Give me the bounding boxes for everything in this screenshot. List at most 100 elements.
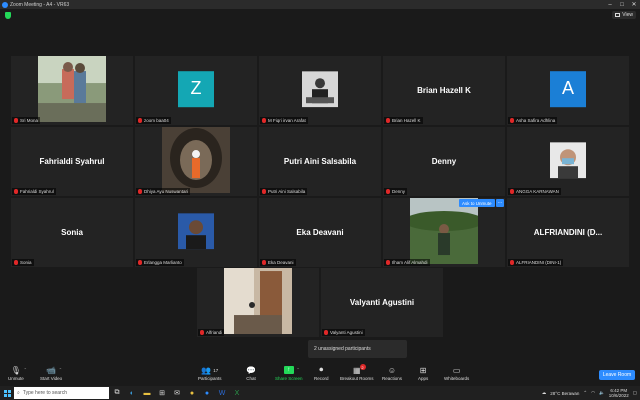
chevron-up-icon[interactable]: ⌃ <box>24 367 27 372</box>
name-tag: Erlangga Marlianto <box>136 259 184 266</box>
participant-name: Eka Deavani <box>296 227 344 237</box>
chat-button[interactable]: 💬 Chat <box>246 364 256 382</box>
participant-tile-alfriandi[interactable]: Alfriandi <box>197 268 319 337</box>
chevron-up-icon[interactable]: ⌃ <box>59 367 62 372</box>
minimize-icon[interactable]: – <box>604 0 616 9</box>
weather-icon[interactable]: ☁ <box>542 390 547 396</box>
breakout-rooms-button[interactable]: ▦ 2 Breakout Rooms <box>340 364 374 381</box>
participant-tile-sri[interactable]: Sri Mona <box>11 56 133 125</box>
task-view-icon[interactable]: ⧉ <box>112 388 122 398</box>
ask-to-unmute-button[interactable]: Ask to Unmute <box>459 199 495 207</box>
windows-taskbar: ⌕ Type here to search ⧉ ◐ ▬ ⊞ ✉ ● ● W X … <box>0 386 640 400</box>
participant-tile-valyanti[interactable]: Valyanti Agustini Valyanti Agustini <box>321 268 443 337</box>
maximize-icon[interactable]: □ <box>616 0 628 9</box>
file-explorer-icon[interactable]: ▬ <box>142 388 152 398</box>
muted-mic-icon <box>386 118 390 123</box>
muted-mic-icon <box>510 260 514 265</box>
muted-mic-icon <box>138 189 142 194</box>
apps-button[interactable]: ⊞ Apps <box>418 364 428 382</box>
muted-mic-icon <box>200 330 204 335</box>
name-tag: Denny <box>384 188 408 195</box>
participant-tile-alfriandini[interactable]: ALFRIANDINI (D... ALFRIANDINI (DINI-1) <box>507 198 629 267</box>
breakout-badge: 2 <box>359 364 366 370</box>
unassigned-participants-notice[interactable]: 2 unassigned participants <box>308 340 407 358</box>
avatar: A <box>550 70 586 107</box>
zoom-app-icon[interactable]: ● <box>202 388 212 398</box>
share-screen-button[interactable]: ↑ ⌃ Share Screen <box>275 364 303 381</box>
participant-video <box>410 198 478 264</box>
record-icon: ⏺ <box>319 365 324 374</box>
participants-button[interactable]: 👥 17 Participants <box>198 364 222 382</box>
meeting-toolbar: 🎙 ⌃ Unmute 📹 ⌃ Start Video 👥 17 Participant… <box>0 362 640 386</box>
weather-text[interactable]: 28°C Berawan <box>550 391 579 396</box>
taskbar-apps: ⧉ ◐ ▬ ⊞ ✉ ● ● W X <box>112 388 242 398</box>
participant-tile-brian[interactable]: Brian Hazell K Brian Hazell K <box>383 56 505 125</box>
participant-tile-dhiya[interactable]: Dhiya Ayu Nuswantari <box>135 127 257 196</box>
record-button[interactable]: ⏺ Record <box>314 364 329 381</box>
participant-name: Putri Aini Salsabila <box>283 156 357 166</box>
word-icon[interactable]: W <box>217 388 227 398</box>
start-button[interactable] <box>0 386 14 400</box>
name-tag: Asha Safira Adhlina <box>508 117 558 124</box>
participant-video <box>38 56 106 122</box>
windows-logo-icon <box>3 389 11 397</box>
participant-tile-zoom[interactable]: Z zoom baa04 <box>135 56 257 125</box>
name-tag: Valyanti Agustini <box>322 329 365 336</box>
start-video-button[interactable]: 📹 ⌃ Start Video <box>40 364 63 382</box>
edge-icon[interactable]: ◐ <box>127 388 137 398</box>
clock[interactable]: 6:42 PM 10/6/2022 <box>609 388 629 398</box>
wifi-icon[interactable]: ◠ <box>591 390 595 396</box>
participant-tile-fiqri[interactable]: M Fiqri irvan Arafat <box>259 56 381 125</box>
chrome-icon[interactable]: ● <box>187 388 197 398</box>
participant-tile-denny[interactable]: Denny Denny <box>383 127 505 196</box>
chat-icon: 💬 <box>246 365 256 375</box>
store-icon[interactable]: ⊞ <box>157 388 167 398</box>
video-off-icon: 📹 ⌃ <box>46 365 63 375</box>
system-tray: ☁ 28°C Berawan ⌃ ◠ 🔈 6:42 PM 10/6/2022 ▢ <box>542 388 640 398</box>
whiteboard-icon: ▭ <box>452 365 461 375</box>
name-tag: Fahrialdi Syahrul <box>12 188 56 195</box>
reactions-icon: ☺ <box>387 365 397 375</box>
participant-tile-asha[interactable]: A Asha Safira Adhlina <box>507 56 629 125</box>
more-options-button[interactable]: ··· <box>496 199 504 207</box>
leave-room-button[interactable]: Leave Room <box>599 370 635 380</box>
name-tag: Alfriandi <box>198 329 225 336</box>
mail-icon[interactable]: ✉ <box>172 388 182 398</box>
volume-icon[interactable]: 🔈 <box>599 390 605 396</box>
security-shield-icon[interactable] <box>5 12 11 19</box>
participant-video <box>224 268 292 334</box>
notifications-icon[interactable]: ▢ <box>633 390 637 396</box>
unmute-button[interactable]: 🎙 ⌃ Unmute <box>8 364 27 382</box>
window-controls: – □ ✕ <box>604 0 640 9</box>
name-tag: Dhiya Ayu Nuswantari <box>136 188 190 195</box>
name-tag: Brian Hazell K <box>384 117 423 124</box>
close-icon[interactable]: ✕ <box>628 0 640 9</box>
participant-tile-eka[interactable]: Eka Deavani Eka Deavani <box>259 198 381 267</box>
participant-tile-fahrialdi[interactable]: Fahrialdi Syahrul Fahrialdi Syahrul <box>11 127 133 196</box>
name-tag: ALFRIANDINI (DINI-1) <box>508 259 564 266</box>
participant-tile-putri[interactable]: Putri Aini Salsabila Putri Aini Salsabil… <box>259 127 381 196</box>
participants-icon: 👥 17 <box>201 365 219 375</box>
view-label: View <box>622 12 633 18</box>
name-tag: zoom baa04 <box>136 117 171 124</box>
chevron-up-icon[interactable]: ⌃ <box>296 367 299 372</box>
chevron-up-icon[interactable]: ⌃ <box>583 390 587 396</box>
title-bar: Zoom Meeting - A4 - VR63 – □ ✕ <box>0 0 640 9</box>
participant-video <box>162 127 230 193</box>
view-button[interactable]: View <box>612 11 636 19</box>
muted-mic-icon <box>14 189 18 194</box>
participant-tile-erlangga[interactable]: Erlangga Marlianto <box>135 198 257 267</box>
reactions-button[interactable]: ☺ Reactions <box>382 364 402 382</box>
taskbar-search-input[interactable]: ⌕ Type here to search <box>14 387 109 399</box>
muted-mic-icon <box>386 189 390 194</box>
muted-mic-icon <box>262 189 266 194</box>
search-icon: ⌕ <box>17 390 20 396</box>
name-tag: Ilham Alif Almahdi <box>384 259 430 266</box>
muted-mic-icon <box>324 330 328 335</box>
participant-tile-ilham[interactable]: Ilham Alif Almahdi <box>383 198 505 267</box>
whiteboards-button[interactable]: ▭ Whiteboards <box>444 364 469 382</box>
participant-tile-sonia[interactable]: Sonia Sonia <box>11 198 133 267</box>
name-tag: Sri Mona <box>12 117 41 124</box>
participant-tile-angga[interactable]: ANGGA KARNAWAN <box>507 127 629 196</box>
excel-icon[interactable]: X <box>232 388 242 398</box>
